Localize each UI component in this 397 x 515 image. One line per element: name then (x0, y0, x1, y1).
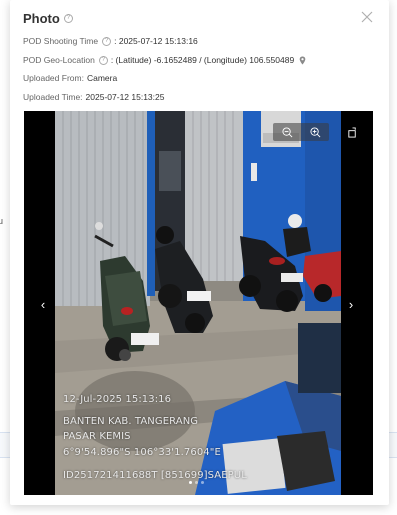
pagination-dot[interactable] (195, 481, 198, 484)
image-pagination (189, 481, 204, 484)
pagination-dot[interactable] (201, 481, 204, 484)
watermark-coordinates: 6°9'54.896"S 106°33'1.7604"E (63, 447, 221, 458)
rotate-icon (347, 126, 356, 138)
map-pin-icon[interactable] (299, 56, 306, 65)
uploaded-from-row: Uploaded From: Camera (23, 73, 117, 83)
pagination-dot[interactable] (189, 481, 192, 484)
chevron-left-icon[interactable]: ‹ (36, 295, 50, 313)
geo-location-value: : (Latitude) -6.1652489 / (Longitude) 10… (110, 55, 295, 65)
uploaded-from-value: Camera (86, 73, 118, 83)
watermark-id: ID251721411688T [851699]SAEPUL (63, 470, 247, 481)
shooting-time-row: POD Shooting Time ? : 2025-07-12 15:13:1… (23, 36, 198, 46)
photo-modal: Photo ? POD Shooting Time ? : 2025-07-12… (10, 0, 389, 505)
shooting-time-value: : 2025-07-12 15:13:16 (114, 36, 198, 46)
uploaded-time-row: Uploaded Time: 2025-07-12 15:13:25 (23, 92, 164, 102)
zoom-out-button[interactable] (281, 126, 293, 138)
zoom-out-icon (281, 126, 292, 137)
geo-location-row: POD Geo-Location ? : (Latitude) -6.16524… (23, 55, 306, 65)
zoom-in-icon (309, 126, 320, 137)
modal-header: Photo ? (23, 9, 375, 27)
shooting-time-label: POD Shooting Time (23, 36, 99, 46)
uploaded-time-value: 2025-07-12 15:13:25 (85, 92, 165, 102)
pod-photo[interactable]: 12-Jul-2025 15:13:16 BANTEN KAB. TANGERA… (55, 111, 341, 495)
question-circle-icon[interactable]: ? (63, 13, 73, 23)
question-circle-icon[interactable]: ? (98, 55, 108, 65)
close-icon (361, 11, 373, 23)
zoom-toolbar (273, 123, 329, 141)
geo-location-label: POD Geo-Location (23, 55, 95, 65)
uploaded-time-label: Uploaded Time: (23, 92, 83, 102)
background-text-fragment: u (0, 216, 4, 226)
watermark-district: PASAR KEMIS (63, 431, 131, 442)
zoom-in-button[interactable] (309, 126, 321, 138)
rotate-button[interactable] (345, 125, 359, 139)
chevron-right-icon[interactable]: › (344, 295, 358, 313)
image-viewer[interactable]: 12-Jul-2025 15:13:16 BANTEN KAB. TANGERA… (24, 111, 373, 495)
modal-title: Photo (23, 10, 60, 26)
watermark-region: BANTEN KAB. TANGERANG (63, 416, 199, 427)
question-circle-icon[interactable]: ? (102, 36, 112, 46)
close-button[interactable] (359, 9, 375, 25)
watermark-datetime: 12-Jul-2025 15:13:16 (63, 394, 172, 405)
uploaded-from-label: Uploaded From: (23, 73, 84, 83)
